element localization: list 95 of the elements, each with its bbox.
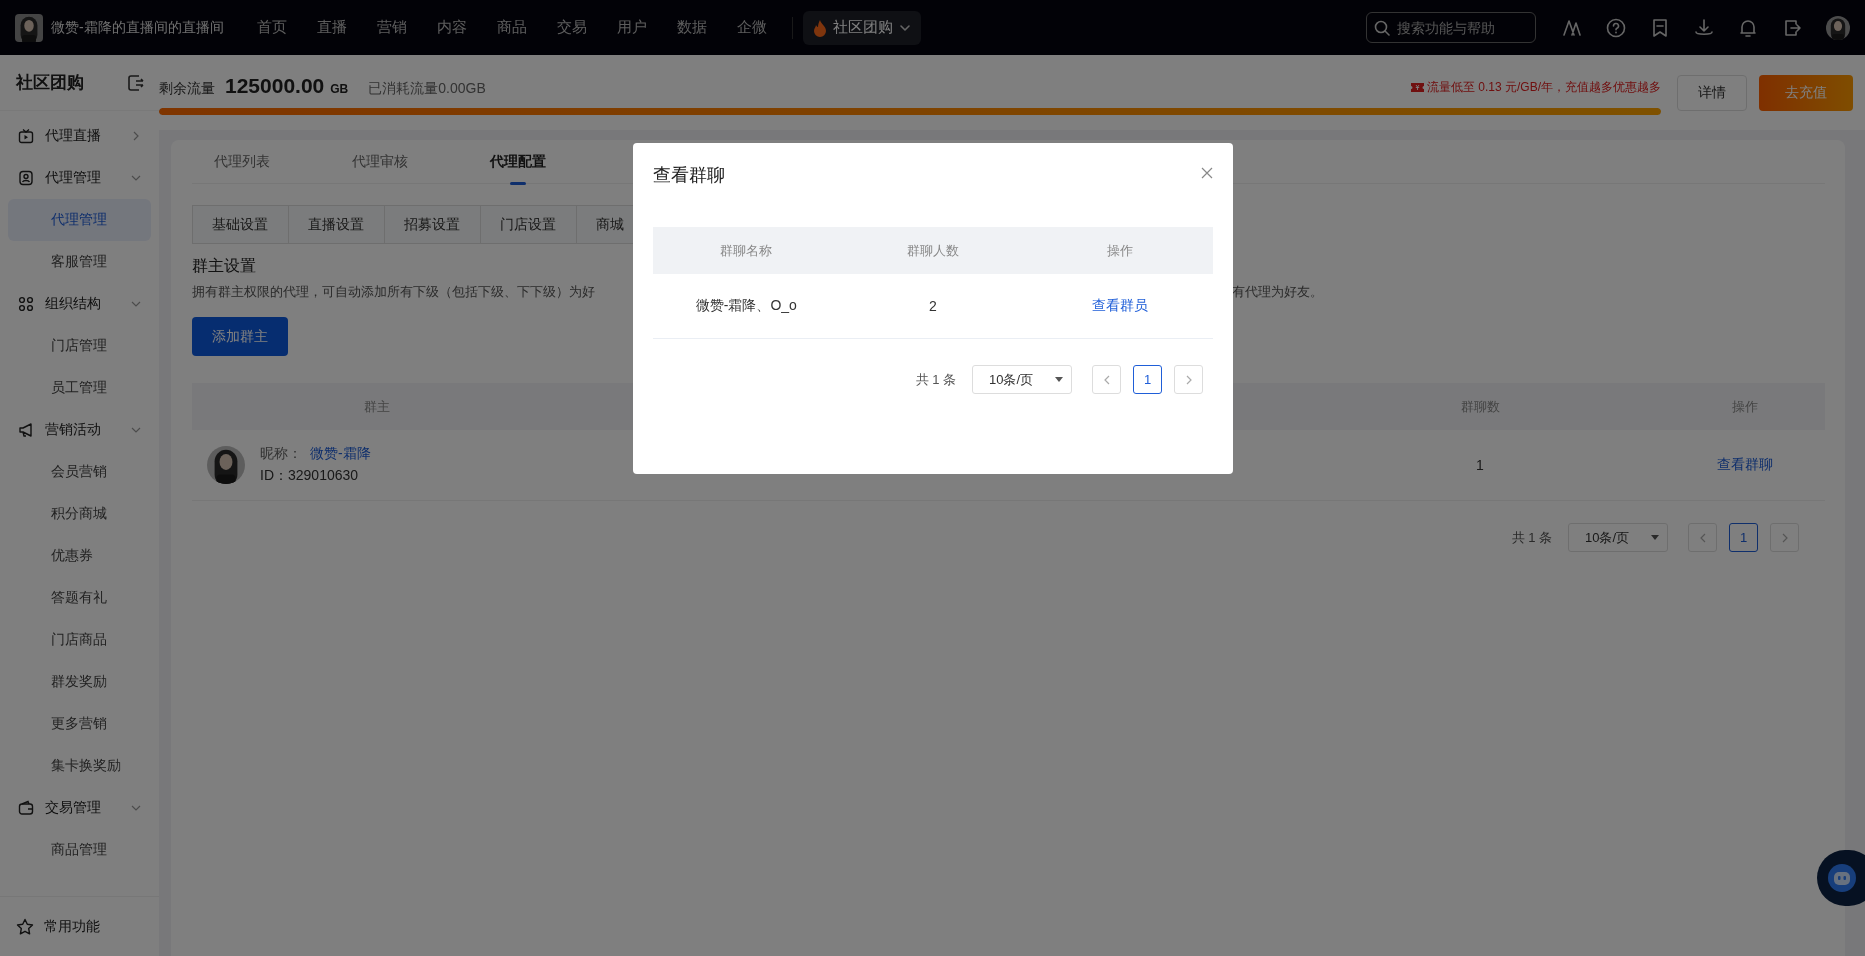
remaining-unit: GB [330,82,349,96]
contact-icon [18,170,34,186]
sidebar-title: 社区团购 [16,72,84,94]
collapse-icon [127,73,145,92]
page-size-select[interactable]: 10条/页 [1568,523,1668,552]
recharge-button[interactable]: 去充值 [1759,74,1853,111]
nav-item[interactable]: 内容 [421,18,482,37]
sidebar-item[interactable]: 商品管理 [8,829,151,871]
nav-item[interactable]: 商品 [481,18,542,37]
tab[interactable]: 代理配置 [468,140,568,184]
column-header: 群聊人数 [906,241,960,260]
bookmark-icon[interactable] [1650,17,1670,38]
sidebar-item[interactable]: 会员营销 [8,451,151,493]
nav-item[interactable]: 数据 [661,18,722,37]
chevron-left-icon [1102,374,1111,385]
tv-icon [18,128,34,144]
description-text: 拥有群主权限的代理，可自动添加所有下级（包括下级、下下级）为好 [192,284,595,299]
table-cell: 1 [1476,457,1484,473]
wallet-icon [18,800,34,816]
add-owner-button[interactable]: 添加群主 [192,317,288,356]
view-chats-link[interactable]: 查看群聊 [1717,456,1773,474]
sidebar-item[interactable]: 更多营销 [8,703,151,745]
section-title: 群主设置 [192,256,257,276]
nav-item[interactable]: 交易 [541,18,602,37]
tab[interactable]: 代理列表 [192,140,292,184]
column-header: 群聊名称 [719,241,774,260]
store-name[interactable]: 微赞-霜降的直播间的直播间 [51,18,224,37]
user-avatar [1826,15,1850,40]
column-header: 操作 [1105,241,1134,260]
sidebar-group[interactable]: 交易管理 [0,787,159,829]
grid-icon [18,296,34,312]
nav-item[interactable]: 直播 [301,18,362,37]
ticket-icon [1410,82,1424,93]
close-icon [1201,167,1213,179]
chevron-left-icon [1698,532,1707,543]
user-id: ID：329010630 [260,467,360,485]
download-icon[interactable] [1694,17,1714,38]
sidebar-item[interactable]: 答题有礼 [8,577,151,619]
sidebar-item[interactable]: 集卡换奖励 [8,745,151,787]
view-members-link[interactable]: 查看群员 [1091,297,1148,315]
description-text: 有代理为好友。 [1232,283,1323,301]
page-button[interactable]: 1 [1133,365,1162,394]
store-avatar [15,13,43,42]
nav-item[interactable]: 用户 [601,18,662,37]
details-button[interactable]: 详情 [1677,74,1747,111]
search-icon [1374,20,1390,36]
page-size-select[interactable]: 10条/页 [972,365,1072,394]
sidebar-item[interactable]: 群发奖励 [8,661,151,703]
total-count: 共 1 条 [1511,528,1552,547]
search-field[interactable]: 搜索功能与帮助 [1366,12,1536,43]
nickname-link[interactable]: 微赞-霜降 [310,445,371,463]
nav-item[interactable]: 营销 [361,18,422,37]
total-count: 共 1 条 [915,370,956,389]
chevron-down-icon [898,23,911,32]
sidebar-item[interactable]: 客服管理 [8,241,151,283]
sidebar-item[interactable]: 积分商城 [8,493,151,535]
ai-icon[interactable] [1562,17,1582,38]
nav-item[interactable]: 首页 [241,18,302,37]
switch-icon[interactable] [1782,17,1802,38]
chevron-right-icon [1184,374,1193,385]
user-avatar [207,446,245,484]
sidebar-item[interactable]: 员工管理 [8,367,151,409]
sidebar-item[interactable]: 门店商品 [8,619,151,661]
dialog-title: 查看群聊 [653,164,725,187]
app-switcher[interactable]: 社区团购 [802,10,921,45]
sidebar-footer-item[interactable]: 常用功能 [0,896,159,956]
remaining-label: 剩余流量 [159,80,215,98]
sidebar-group[interactable]: 营销活动 [0,409,159,451]
sub-tab[interactable]: 招募设置 [384,205,481,244]
table-cell: 2 [929,298,937,314]
chevron-right-icon [1780,532,1789,543]
robot-icon [1827,863,1857,893]
nav-item[interactable]: 企微 [721,18,782,37]
sidebar-group[interactable]: 代理直播 [0,115,159,157]
table-cell: 微赞-霜降、O_o [695,297,797,315]
sub-tab[interactable]: 门店设置 [480,205,577,244]
caret-down-icon [1651,535,1659,540]
tab[interactable]: 代理审核 [330,140,430,184]
bell-icon[interactable] [1738,17,1758,38]
sidebar-item[interactable]: 优惠券 [8,535,151,577]
star-icon [16,917,34,936]
sidebar-group[interactable]: 代理管理 [0,157,159,199]
consumed-text: 已消耗流量0.00GB [368,80,486,98]
sidebar-group[interactable]: 组织结构 [0,283,159,325]
remaining-value: 125000.00 [225,74,325,98]
page-button[interactable]: 1 [1729,523,1758,552]
flame-icon [812,18,827,37]
sidebar-item[interactable]: 门店管理 [8,325,151,367]
megaphone-icon [18,422,34,438]
nickname-label: 昵称： [260,445,302,463]
sub-tab[interactable]: 直播设置 [288,205,385,244]
sidebar-item[interactable]: 代理管理 [8,199,151,241]
help-icon[interactable] [1606,17,1626,38]
promo-text: 流量低至 0.13 元/GB/年，充值越多优惠越多 [1426,79,1661,96]
sub-tab[interactable]: 基础设置 [192,205,289,244]
